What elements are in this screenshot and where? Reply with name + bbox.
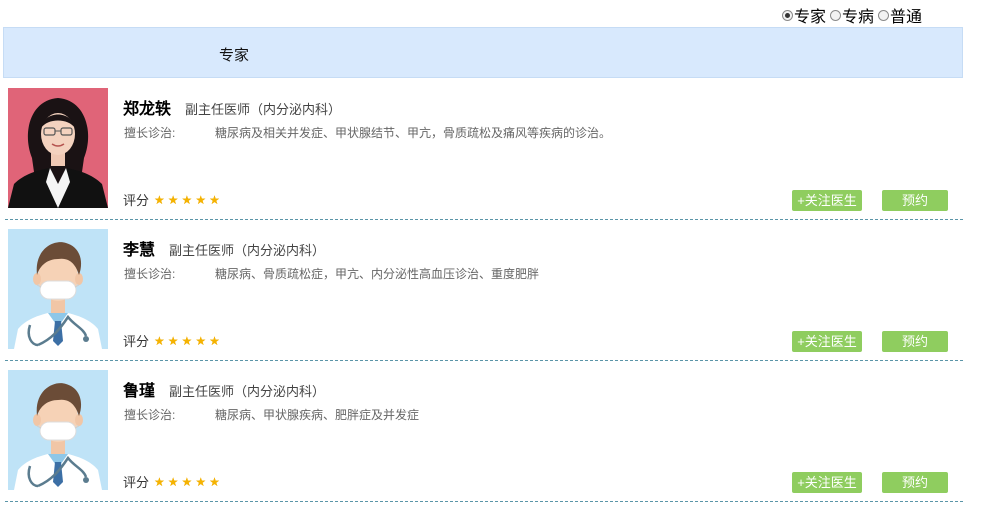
star-rating: ★ ★ ★ ★ ★ <box>154 193 223 207</box>
star-icon: ★ <box>154 192 165 207</box>
doctor-card: 郑龙轶 副主任医师（内分泌内科） 擅长诊治: 糖尿病及相关并发症、甲状腺结节、甲… <box>5 78 963 220</box>
radio-label: 专病 <box>842 9 875 26</box>
star-icon: ★ <box>167 333 179 348</box>
radio-checked-icon[interactable] <box>782 9 793 21</box>
follow-doctor-button[interactable]: +关注医生 <box>792 331 862 352</box>
specialty-label: 擅长诊治: <box>124 126 176 140</box>
rating: 评分 ★ ★ ★ ★ ★ <box>123 331 223 350</box>
doctor-name[interactable]: 李慧 <box>123 236 155 260</box>
star-icon: ★ <box>181 192 193 207</box>
doctor-photo <box>8 229 108 349</box>
rating: 评分 ★ ★ ★ ★ ★ <box>123 190 223 209</box>
specialty-text: 糖尿病、甲状腺疾病、肥胖症及并发症 <box>215 408 420 422</box>
star-rating: ★ ★ ★ ★ ★ <box>154 334 223 348</box>
portrait-female-icon <box>8 88 108 208</box>
radio-unchecked-icon[interactable] <box>830 9 842 21</box>
specialty-label: 擅长诊治: <box>124 267 176 281</box>
radio-unchecked-icon[interactable] <box>878 9 890 21</box>
star-icon: ★ <box>181 474 193 489</box>
rating-label: 评分 <box>123 193 150 208</box>
radio-label: 专家 <box>794 9 827 26</box>
doctor-title: 副主任医师（内分泌内科） <box>185 102 342 117</box>
specialty-label: 擅长诊治: <box>124 408 176 422</box>
specialty-text: 糖尿病、骨质疏松症，甲亢、内分泌性高血压诊治、重度肥胖 <box>215 267 540 281</box>
star-icon: ★ <box>167 474 179 489</box>
doctor-title: 副主任医师（内分泌内科） <box>169 384 326 399</box>
filter-radio-group: 专家 专病 普通 <box>782 3 926 27</box>
section-header: 专家 <box>3 27 963 78</box>
doctor-avatar-icon <box>8 370 108 490</box>
star-icon: ★ <box>195 192 207 207</box>
book-button[interactable]: 预约 <box>882 472 948 493</box>
doctor-avatar-icon <box>8 229 108 349</box>
follow-doctor-button[interactable]: +关注医生 <box>792 190 862 211</box>
book-button[interactable]: 预约 <box>882 331 948 352</box>
star-icon: ★ <box>154 474 165 489</box>
doctor-name[interactable]: 郑龙轶 <box>123 95 171 119</box>
radio-zhuanjia[interactable]: 专家 <box>782 3 826 27</box>
star-icon: ★ <box>209 333 220 348</box>
doctor-card: 李慧 副主任医师（内分泌内科） 擅长诊治: 糖尿病、骨质疏松症，甲亢、内分泌性高… <box>5 219 963 361</box>
star-icon: ★ <box>195 474 207 489</box>
doctor-name[interactable]: 鲁瑾 <box>123 377 155 401</box>
star-icon: ★ <box>181 333 193 348</box>
doctor-photo <box>8 370 108 490</box>
star-icon: ★ <box>209 192 220 207</box>
specialty-text: 糖尿病及相关并发症、甲状腺结节、甲亢，骨质疏松及痛风等疾病的诊治。 <box>215 126 612 140</box>
doctor-title: 副主任医师（内分泌内科） <box>169 243 326 258</box>
doctor-card: 鲁瑾 副主任医师（内分泌内科） 擅长诊治: 糖尿病、甲状腺疾病、肥胖症及并发症 … <box>5 360 963 502</box>
rating-label: 评分 <box>123 475 150 490</box>
radio-label: 普通 <box>890 9 923 26</box>
star-icon: ★ <box>209 474 220 489</box>
follow-doctor-button[interactable]: +关注医生 <box>792 472 862 493</box>
radio-zhuanbing[interactable]: 专病 <box>830 3 874 27</box>
star-rating: ★ ★ ★ ★ ★ <box>154 475 223 489</box>
star-icon: ★ <box>195 333 207 348</box>
star-icon: ★ <box>167 192 179 207</box>
rating-label: 评分 <box>123 334 150 349</box>
section-title: 专家 <box>219 47 250 64</box>
rating: 评分 ★ ★ ★ ★ ★ <box>123 472 223 491</box>
star-icon: ★ <box>154 333 165 348</box>
doctor-photo <box>8 88 108 208</box>
radio-putong[interactable]: 普通 <box>878 3 922 27</box>
book-button[interactable]: 预约 <box>882 190 948 211</box>
